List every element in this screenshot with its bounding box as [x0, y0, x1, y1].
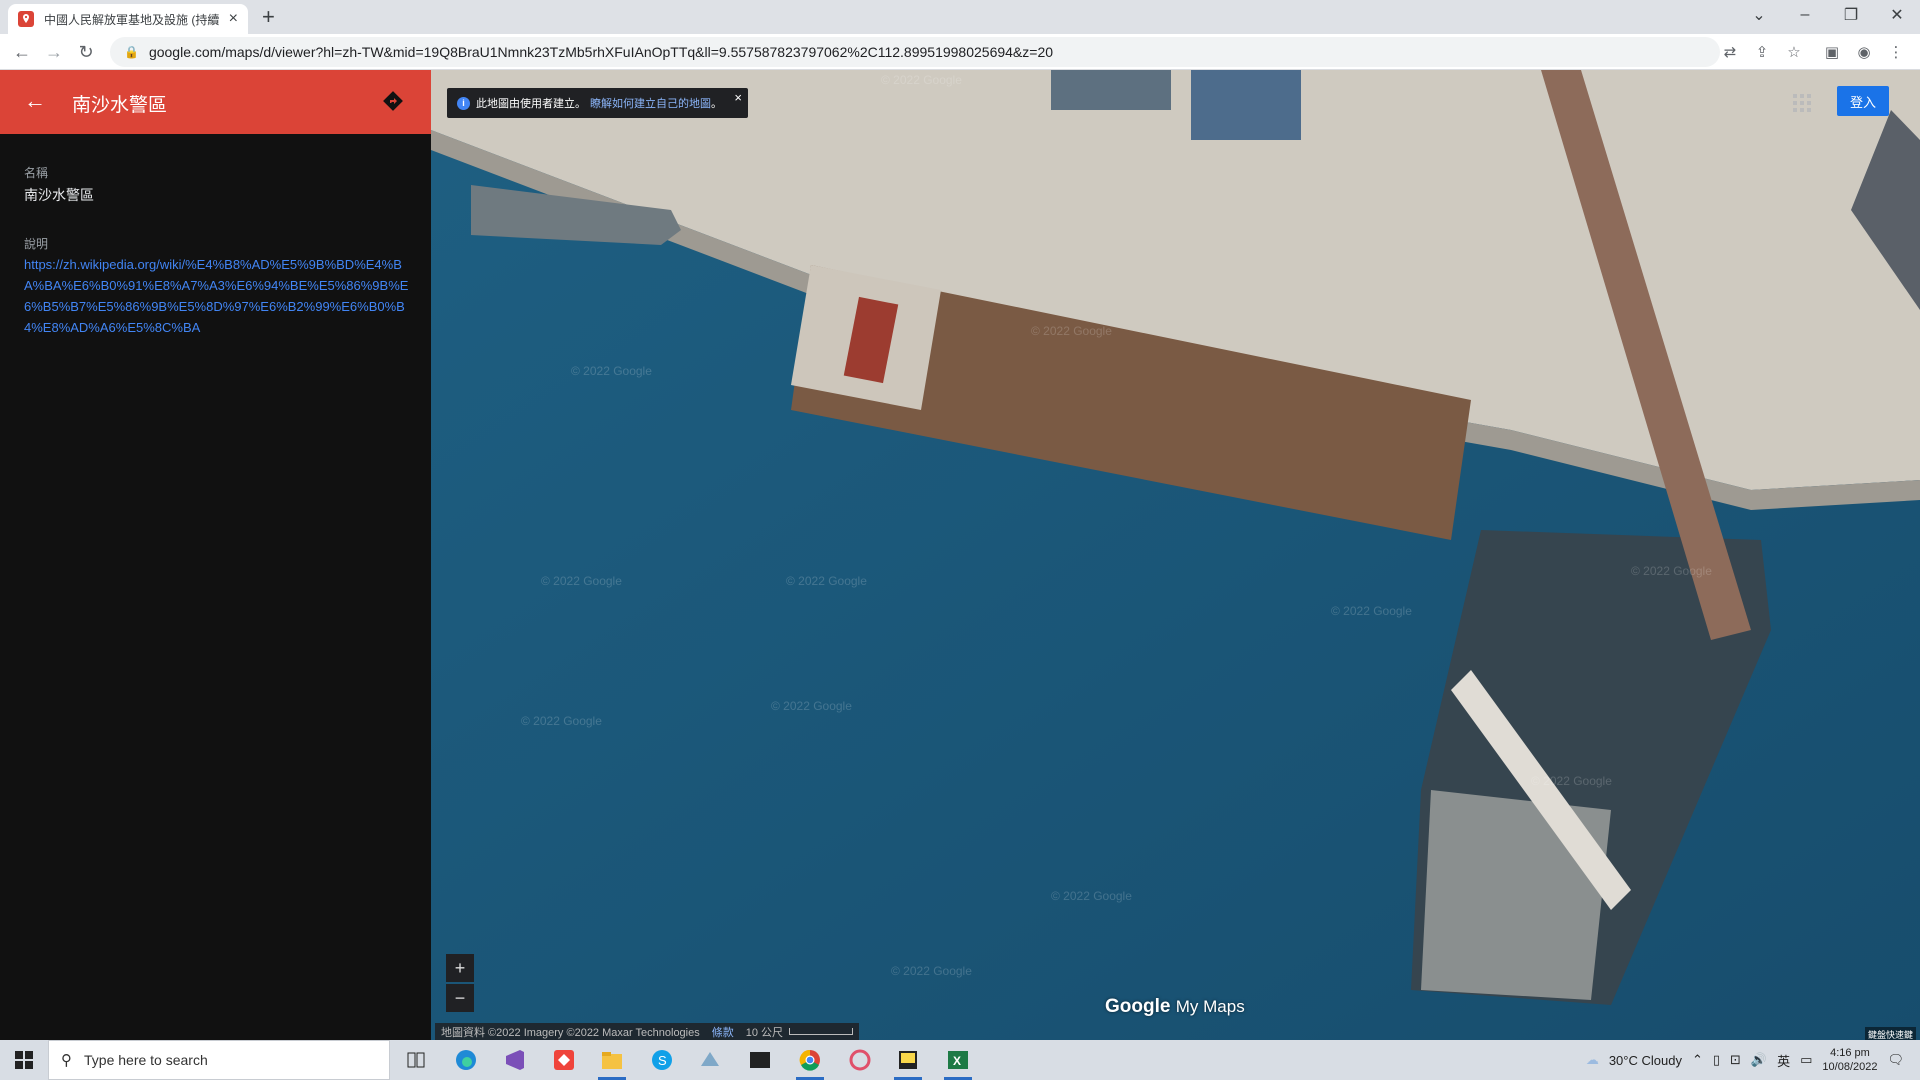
clock-date: 10/08/2022: [1822, 1061, 1878, 1073]
svg-text:X: X: [953, 1054, 961, 1068]
user-map-notice: i 此地圖由使用者建立。 瞭解如何建立自己的地圖 。 ×: [447, 88, 748, 118]
name-label: 名稱: [24, 166, 49, 180]
translate-icon[interactable]: ⇄: [1720, 42, 1740, 62]
new-tab-button[interactable]: +: [262, 4, 275, 30]
lock-icon: 🔒: [124, 45, 139, 59]
menu-icon[interactable]: ⋮: [1886, 42, 1906, 62]
visual-studio-icon[interactable]: [494, 1044, 534, 1076]
notice-end: 。: [711, 98, 722, 110]
learn-more-link[interactable]: 瞭解如何建立自己的地圖: [590, 95, 711, 111]
show-hidden-icons-icon[interactable]: ⌃: [1692, 1052, 1703, 1068]
action-center-icon[interactable]: 🗨: [1887, 1052, 1904, 1068]
reload-icon[interactable]: ↻: [74, 40, 98, 64]
notification-badge-icon[interactable]: ▭: [1800, 1052, 1812, 1068]
panel-header: ← 南沙水警區: [0, 70, 431, 134]
feature-details-panel: ← 南沙水警區 名稱 南沙水警區 說明 https://zh.wikipedia…: [0, 70, 431, 1040]
chrome-icon[interactable]: [790, 1044, 830, 1080]
cloud-icon: ☁: [1585, 1052, 1599, 1067]
keyboard-shortcuts-link[interactable]: 鍵盤快速鍵: [1864, 1027, 1916, 1040]
weather-text[interactable]: 30°C Cloudy: [1609, 1053, 1682, 1068]
close-window-icon[interactable]: ✕: [1874, 0, 1920, 30]
app-icon[interactable]: [690, 1044, 730, 1076]
skype-icon[interactable]: S: [642, 1044, 682, 1076]
notice-close-icon[interactable]: ×: [734, 90, 742, 105]
notice-text: 此地圖由使用者建立。: [476, 98, 586, 110]
svg-text:© 2022 Google: © 2022 Google: [541, 574, 622, 588]
search-placeholder: Type here to search: [84, 1052, 208, 1068]
network-icon[interactable]: ⊡: [1730, 1052, 1741, 1068]
apps-grid-icon[interactable]: [1793, 94, 1811, 112]
forward-icon[interactable]: →: [42, 40, 66, 64]
file-explorer-icon[interactable]: [592, 1044, 632, 1080]
zoom-out-button[interactable]: −: [446, 984, 474, 1012]
map-attribution: 地圖資料 ©2022 Imagery ©2022 Maxar Technolog…: [435, 1023, 860, 1040]
info-icon: i: [457, 96, 470, 110]
svg-text:© 2022 Google: © 2022 Google: [881, 73, 962, 87]
svg-text:© 2022 Google: © 2022 Google: [1331, 604, 1412, 618]
windows-start-icon[interactable]: [0, 1040, 48, 1080]
share-icon[interactable]: ⇪: [1752, 42, 1772, 62]
maps-favicon-icon: [18, 11, 34, 27]
edge-icon[interactable]: [446, 1044, 486, 1076]
minimize-icon[interactable]: –: [1782, 0, 1828, 30]
volume-icon[interactable]: 🔊: [1751, 1052, 1767, 1068]
svg-text:© 2022 Google: © 2022 Google: [521, 714, 602, 728]
system-tray: ☁ 30°C Cloudy ⌃ ▯ ⊡ 🔊 英 ▭ 4:16 pm 10/08/…: [1586, 1040, 1920, 1080]
attribution-text: 地圖資料 ©2022 Imagery ©2022 Maxar Technolog…: [441, 1026, 700, 1039]
restore-icon[interactable]: ❐: [1828, 0, 1874, 30]
tab-close-icon[interactable]: ×: [229, 10, 238, 28]
my-maps-logo-text: My Maps: [1175, 997, 1245, 1016]
svg-text:© 2022 Google: © 2022 Google: [786, 574, 867, 588]
clock[interactable]: 4:16 pm 10/08/2022: [1822, 1046, 1877, 1074]
anydesk-icon[interactable]: [544, 1044, 584, 1076]
sticky-notes-icon[interactable]: [888, 1044, 928, 1080]
directions-icon[interactable]: [382, 90, 404, 112]
address-bar[interactable]: 🔒 google.com/maps/d/viewer?hl=zh-TW&mid=…: [110, 37, 1720, 67]
satellite-map[interactable]: © 2022 Google © 2022 Google © 2022 Googl…: [431, 70, 1920, 1040]
svg-text:© 2022 Google: © 2022 Google: [891, 964, 972, 978]
scale-line: [789, 1028, 854, 1035]
tab-strip: 中國人民解放軍基地及設施 (持續 × + ⌄ – ❐ ✕: [0, 0, 1920, 34]
svg-text:© 2022 Google: © 2022 Google: [1051, 889, 1132, 903]
wikipedia-link[interactable]: https://zh.wikipedia.org/wiki/%E4%B8%AD%…: [24, 254, 409, 338]
browser-toolbar: ← → ↻ 🔒 google.com/maps/d/viewer?hl=zh-T…: [0, 34, 1920, 70]
bookmark-star-icon[interactable]: ☆: [1784, 42, 1804, 62]
snipping-tool-icon[interactable]: [840, 1044, 880, 1076]
windows-taskbar: ⚲ Type here to search S X ☁ 30°C Cloudy …: [0, 1040, 1920, 1080]
back-arrow-icon[interactable]: ←: [24, 88, 46, 114]
description-label: 說明: [24, 237, 49, 251]
browser-tab[interactable]: 中國人民解放軍基地及設施 (持續 ×: [8, 4, 248, 34]
task-view-icon[interactable]: [396, 1044, 436, 1076]
svg-text:© 2022 Google: © 2022 Google: [1031, 324, 1112, 338]
feature-title: 南沙水警區: [72, 95, 168, 116]
google-my-maps-logo: Google My Maps: [1105, 996, 1245, 1018]
name-value: 南沙水警區: [24, 187, 94, 203]
svg-text:© 2022 Google: © 2022 Google: [571, 364, 652, 378]
svg-text:© 2022 Google: © 2022 Google: [1531, 774, 1612, 788]
search-icon: ⚲: [61, 1052, 72, 1069]
terminal-icon[interactable]: [740, 1044, 780, 1076]
chevron-down-icon[interactable]: ⌄: [1736, 0, 1782, 30]
google-logo-text: Google: [1105, 996, 1171, 1017]
back-icon[interactable]: ←: [10, 40, 34, 64]
ime-indicator[interactable]: 英: [1777, 1051, 1790, 1070]
sign-in-button[interactable]: 登入: [1837, 86, 1889, 116]
profile-avatar-icon[interactable]: ◉: [1854, 42, 1874, 62]
svg-text:© 2022 Google: © 2022 Google: [1631, 564, 1712, 578]
satellite-imagery: © 2022 Google © 2022 Google © 2022 Googl…: [431, 70, 1920, 1040]
side-panel-icon[interactable]: ▣: [1822, 42, 1842, 62]
tab-title: 中國人民解放軍基地及設施 (持續: [44, 12, 220, 27]
url-text: google.com/maps/d/viewer?hl=zh-TW&mid=19…: [148, 44, 1054, 60]
svg-text:© 2022 Google: © 2022 Google: [771, 699, 852, 713]
clock-time: 4:16 pm: [1830, 1047, 1870, 1059]
terms-link[interactable]: 條款: [712, 1024, 734, 1040]
taskbar-search-box[interactable]: ⚲ Type here to search: [48, 1040, 390, 1080]
scale-label: 10 公尺: [745, 1026, 784, 1039]
excel-icon[interactable]: X: [938, 1044, 978, 1080]
zoom-in-button[interactable]: +: [446, 954, 474, 982]
battery-icon[interactable]: ▯: [1713, 1052, 1720, 1068]
svg-text:S: S: [658, 1053, 667, 1068]
scale-bar[interactable]: 10 公尺: [745, 1024, 854, 1040]
